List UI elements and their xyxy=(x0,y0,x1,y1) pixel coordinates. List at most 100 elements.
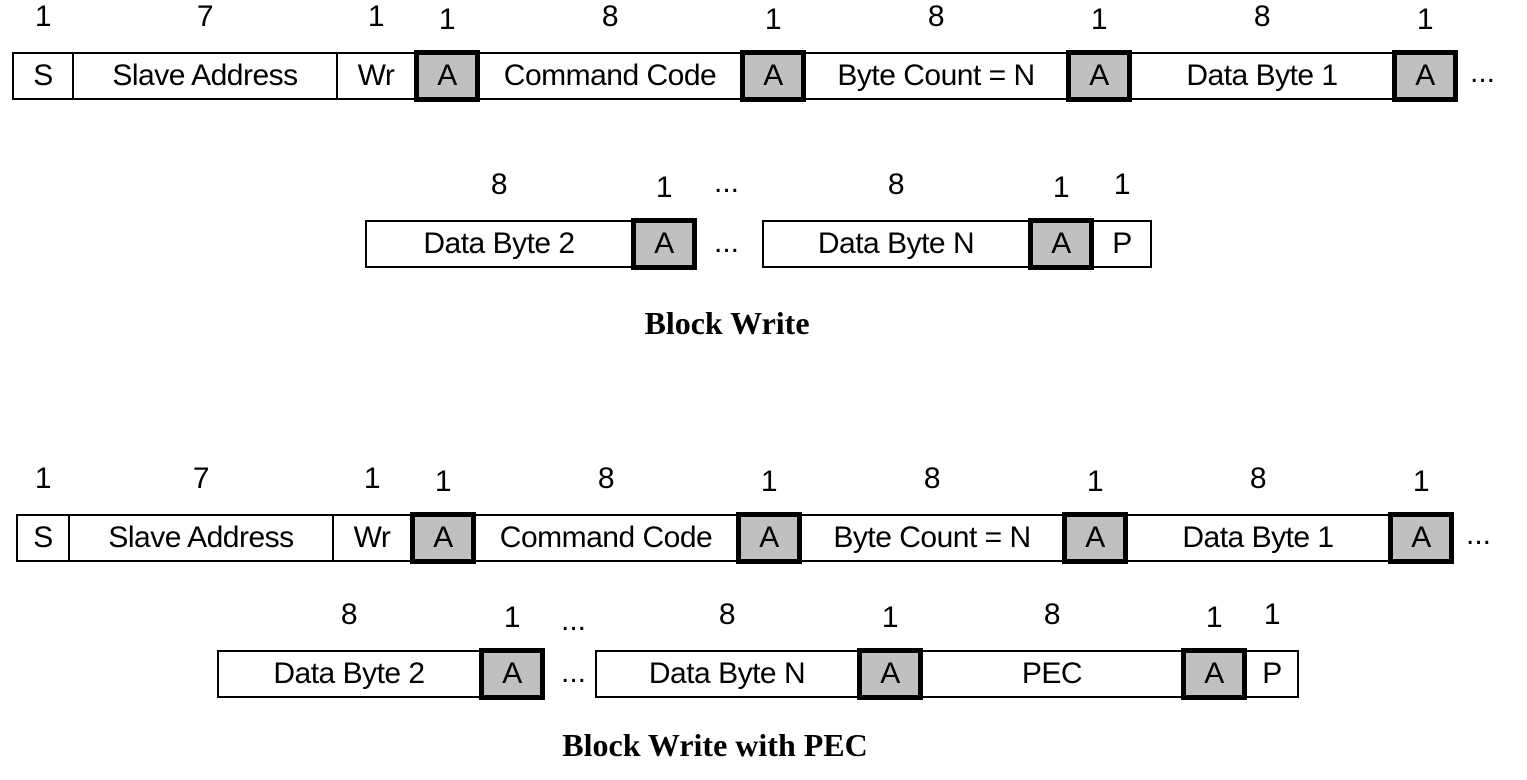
field-byte-count-n: Byte Count = N 8 xyxy=(800,462,1064,562)
field-label: Byte Count = N xyxy=(833,521,1031,554)
bit-count: 1 xyxy=(367,0,385,33)
bit-count: 8 xyxy=(1043,598,1061,631)
ack-field: A1 xyxy=(1062,465,1128,564)
bit-count: 8 xyxy=(490,168,508,201)
bit-count: 8 xyxy=(887,168,905,201)
ack-field: A1 xyxy=(414,3,480,102)
field-label: Data Byte 1 xyxy=(1186,59,1338,92)
bit-count: 8 xyxy=(340,598,358,631)
bit-count: 7 xyxy=(192,462,210,495)
bit-count: 1 xyxy=(764,3,782,36)
bit-count: 8 xyxy=(1253,0,1271,33)
gap-ellipsis: ... xyxy=(561,656,587,689)
bit-count: 1 xyxy=(1412,465,1430,498)
gap-bits-ellipsis: ... xyxy=(714,166,740,199)
field-data-byte-2: Data Byte 2 8 xyxy=(365,168,633,268)
bit-count: 1 xyxy=(34,462,52,495)
field-label: PEC xyxy=(1021,657,1083,690)
bit-count: 1 xyxy=(881,601,899,634)
bit-count: 1 xyxy=(1205,601,1223,634)
bit-count: 8 xyxy=(597,462,615,495)
bit-count: 8 xyxy=(718,598,736,631)
field-label: A xyxy=(1204,657,1224,690)
bit-count: 8 xyxy=(923,462,941,495)
field-label: A xyxy=(502,657,522,690)
field-slave-address: Slave Address 7 xyxy=(68,462,334,562)
field-label: A xyxy=(1089,59,1109,92)
ack-field: A1 xyxy=(1181,601,1247,700)
ack-field: A1 xyxy=(631,171,697,270)
ack-field: A1 xyxy=(1028,171,1094,270)
field-wr: Wr 1 xyxy=(336,0,416,100)
bit-count: 1 xyxy=(1263,598,1281,631)
field-label: A xyxy=(763,59,783,92)
field-wr: Wr 1 xyxy=(332,462,412,562)
field-slave-address: Slave Address 7 xyxy=(72,0,338,100)
gap-ellipsis: ... xyxy=(714,226,740,259)
field-label: P xyxy=(1112,227,1132,260)
bit-count: 1 xyxy=(1086,465,1104,498)
gap-bits-ellipsis: ... xyxy=(561,604,587,637)
field-label: A xyxy=(437,59,457,92)
bit-count: 1 xyxy=(1090,3,1108,36)
bit-count: 8 xyxy=(601,0,619,33)
diagram-caption: Block Write xyxy=(644,305,810,341)
bit-count: 1 xyxy=(34,0,52,33)
field-label: Data Byte N xyxy=(817,227,975,260)
field-data-byte-1: Data Byte 1 8 xyxy=(1130,0,1394,100)
field-s: S1 xyxy=(16,462,70,562)
field-data-byte-1: Data Byte 1 8 xyxy=(1126,462,1390,562)
field-label: Wr xyxy=(353,521,391,554)
bit-count: 1 xyxy=(655,171,673,204)
bit-count: 8 xyxy=(1249,462,1267,495)
ack-field: A1 xyxy=(410,465,476,564)
continuation-ellipsis: ... xyxy=(1466,518,1492,551)
bit-count: 1 xyxy=(503,601,521,634)
field-command-code: Command Code 8 xyxy=(474,462,738,562)
field-data-byte-n: Data Byte N 8 xyxy=(762,168,1030,268)
field-label: Data Byte 1 xyxy=(1182,521,1334,554)
bit-count: 1 xyxy=(1113,168,1131,201)
field-label: S xyxy=(33,521,53,554)
field-label: Slave Address xyxy=(112,59,298,92)
bit-count: 8 xyxy=(927,0,945,33)
field-label: A xyxy=(759,521,779,554)
field-label: Byte Count = N xyxy=(837,59,1035,92)
bit-count: 7 xyxy=(196,0,214,33)
field-p: P1 xyxy=(1092,168,1152,268)
field-label: A xyxy=(1415,59,1435,92)
bit-count: 1 xyxy=(1052,171,1070,204)
ack-field: A1 xyxy=(1388,465,1454,564)
field-data-byte-n: Data Byte N 8 xyxy=(595,598,859,698)
bit-count: 1 xyxy=(760,465,778,498)
field-label: A xyxy=(880,657,900,690)
field-data-byte-2: Data Byte 2 8 xyxy=(217,598,481,698)
field-label: Slave Address xyxy=(108,521,294,554)
continuation-ellipsis: ... xyxy=(1470,56,1496,89)
ack-field: A1 xyxy=(736,465,802,564)
field-label: Data Byte 2 xyxy=(273,657,425,690)
field-label: Data Byte 2 xyxy=(423,227,575,260)
field-label: A xyxy=(654,227,674,260)
bit-count: 1 xyxy=(434,465,452,498)
field-label: A xyxy=(1085,521,1105,554)
bit-count: 1 xyxy=(1416,3,1434,36)
field-byte-count-n: Byte Count = N 8 xyxy=(804,0,1068,100)
field-label: S xyxy=(33,59,53,92)
ack-field: A1 xyxy=(1066,3,1132,102)
field-label: Command Code xyxy=(503,59,717,92)
ack-field: A1 xyxy=(1392,3,1458,102)
field-s: S1 xyxy=(12,0,74,100)
field-label: A xyxy=(1051,227,1071,260)
field-label: Data Byte N xyxy=(648,657,806,690)
field-label: P xyxy=(1262,657,1282,690)
field-label: A xyxy=(1411,521,1431,554)
field-label: A xyxy=(433,521,453,554)
ack-field: A1 xyxy=(479,601,545,700)
bit-count: 1 xyxy=(438,3,456,36)
field-label: Wr xyxy=(357,59,395,92)
bit-count: 1 xyxy=(363,462,381,495)
field-command-code: Command Code 8 xyxy=(478,0,742,100)
ack-field: A1 xyxy=(857,601,923,700)
ack-field: A1 xyxy=(740,3,806,102)
